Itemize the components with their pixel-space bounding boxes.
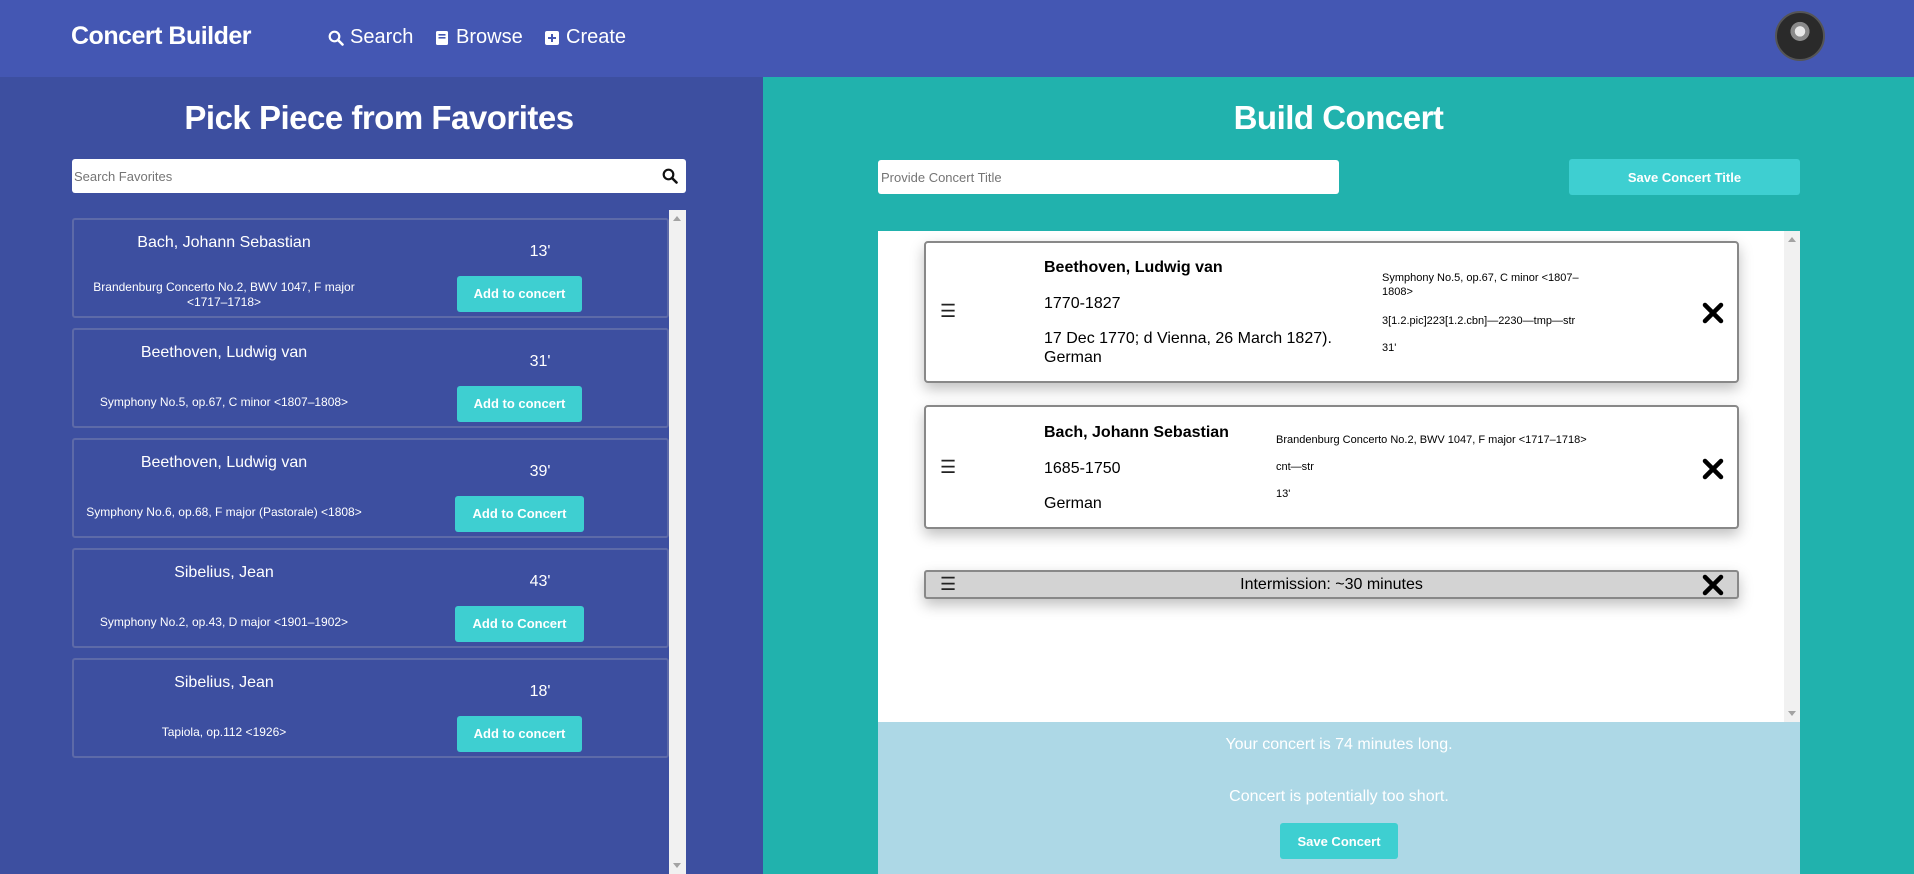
piece-duration: 13': [1276, 488, 1291, 500]
close-icon: [1702, 458, 1724, 480]
add-to-concert-button[interactable]: Add to concert: [457, 716, 582, 752]
scroll-up-icon[interactable]: [673, 216, 681, 221]
remove-piece-button[interactable]: [1701, 457, 1725, 481]
intermission-label: Intermission: ~30 minutes: [1240, 576, 1423, 593]
concert-title-input[interactable]: [878, 160, 1339, 194]
drag-handle-icon[interactable]: ☰: [940, 457, 956, 478]
concert-piece-item[interactable]: ☰ Beethoven, Ludwig van 1770-1827 17 Dec…: [924, 241, 1739, 383]
piece-work: Symphony No.5, op.67, C minor <1807–1808…: [1382, 272, 1579, 298]
piece-instrumentation: cnt—str: [1276, 461, 1314, 473]
piece-bio: 17 Dec 1770; d Vienna, 26 March 1827). G…: [1044, 330, 1332, 366]
user-avatar[interactable]: [1775, 11, 1825, 61]
save-concert-button[interactable]: Save Concert: [1280, 823, 1398, 859]
favorite-duration: 43': [529, 573, 551, 590]
favorite-card: Sibelius, Jean Symphony No.2, op.43, D m…: [72, 548, 669, 648]
nav-browse-label: Browse: [456, 26, 523, 48]
scroll-down-icon[interactable]: [1788, 711, 1796, 716]
navbar: Concert Builder Search Browse Create: [0, 0, 1914, 77]
search-icon: [328, 30, 344, 46]
brand-title[interactable]: Concert Builder: [71, 22, 252, 51]
concert-program-list: ☰ Beethoven, Ludwig van 1770-1827 17 Dec…: [878, 231, 1800, 722]
favorite-work: Symphony No.6, op.68, F major (Pastorale…: [86, 505, 362, 519]
concert-piece-item[interactable]: ☰ Bach, Johann Sebastian 1685-1750 Germa…: [924, 405, 1739, 529]
nav-search-link[interactable]: Search: [328, 26, 413, 49]
piece-duration: 31': [1382, 342, 1397, 354]
remove-intermission-button[interactable]: [1701, 573, 1725, 597]
favorite-duration: 31': [529, 353, 551, 370]
close-icon: [1702, 302, 1724, 324]
favorite-composer: Sibelius, Jean: [174, 674, 274, 691]
remove-piece-button[interactable]: [1701, 301, 1725, 325]
nav-browse-link[interactable]: Browse: [434, 26, 523, 49]
add-to-concert-button[interactable]: Add to Concert: [455, 496, 584, 532]
favorite-work: Symphony No.5, op.67, C minor <1807–1808…: [99, 395, 349, 409]
favorites-list: Bach, Johann Sebastian Brandenburg Conce…: [72, 218, 670, 768]
piece-composer: Beethoven, Ludwig van: [1044, 259, 1223, 276]
piece-instrumentation: 3[1.2.pic]223[1.2.cbn]—2230—tmp—str: [1382, 315, 1576, 327]
scroll-up-icon[interactable]: [1788, 237, 1796, 242]
piece-dates: 1685-1750: [1044, 460, 1121, 477]
piece-composer: Bach, Johann Sebastian: [1044, 424, 1229, 441]
favorite-composer: Sibelius, Jean: [174, 564, 274, 581]
concert-warning-message: Concert is potentially too short.: [1229, 788, 1449, 805]
close-icon: [1702, 574, 1724, 596]
intermission-item[interactable]: ☰ Intermission: ~30 minutes: [924, 570, 1739, 599]
concert-summary: Your concert is 74 minutes long. Concert…: [878, 722, 1800, 874]
book-icon: [436, 30, 448, 45]
concert-scrollbar[interactable]: [1784, 231, 1800, 722]
piece-bio: German: [1044, 495, 1102, 512]
add-to-concert-button[interactable]: Add to concert: [457, 386, 582, 422]
favorite-duration: 18': [529, 683, 551, 700]
favorite-card: Sibelius, Jean Tapiola, op.112 <1926> 18…: [72, 658, 669, 758]
drag-handle-icon[interactable]: ☰: [940, 301, 956, 322]
plus-square-icon: [545, 30, 559, 45]
favorites-scrollbar[interactable]: [669, 210, 686, 874]
favorite-work: Symphony No.2, op.43, D major <1901–1902…: [99, 615, 349, 629]
nav-search-label: Search: [350, 26, 414, 48]
add-to-concert-button[interactable]: Add to Concert: [455, 606, 584, 642]
nav-create-label: Create: [566, 26, 627, 48]
favorite-duration: 13': [529, 243, 551, 260]
favorites-panel: Pick Piece from Favorites Bach, Johann S…: [0, 77, 763, 874]
favorite-composer: Beethoven, Ludwig van: [140, 454, 308, 471]
piece-dates: 1770-1827: [1044, 295, 1121, 312]
piece-work: Brandenburg Concerto No.2, BWV 1047, F m…: [1276, 434, 1587, 446]
favorite-card: Bach, Johann Sebastian Brandenburg Conce…: [72, 218, 669, 318]
build-concert-panel: Build Concert Save Concert Title ☰ Beeth…: [763, 77, 1914, 874]
build-concert-title: Build Concert: [1233, 99, 1444, 136]
favorite-card: Beethoven, Ludwig van Symphony No.5, op.…: [72, 328, 669, 428]
favorites-search-box: [72, 159, 686, 193]
favorite-composer: Bach, Johann Sebastian: [137, 234, 311, 251]
favorite-work: Tapiola, op.112 <1926>: [161, 725, 287, 739]
favorite-duration: 39': [529, 463, 551, 480]
favorites-search-input[interactable]: [74, 159, 644, 193]
search-icon[interactable]: [662, 168, 678, 184]
favorites-title: Pick Piece from Favorites: [184, 99, 574, 136]
scroll-down-icon[interactable]: [673, 863, 681, 868]
save-concert-title-button[interactable]: Save Concert Title: [1569, 159, 1800, 195]
favorite-composer: Beethoven, Ludwig van: [140, 344, 308, 361]
concert-length-message: Your concert is 74 minutes long.: [1225, 736, 1453, 753]
favorite-card: Beethoven, Ludwig van Symphony No.6, op.…: [72, 438, 669, 538]
favorite-work: Brandenburg Concerto No.2, BWV 1047, F m…: [93, 280, 355, 309]
add-to-concert-button[interactable]: Add to concert: [457, 276, 582, 312]
nav-create-link[interactable]: Create: [544, 26, 626, 49]
